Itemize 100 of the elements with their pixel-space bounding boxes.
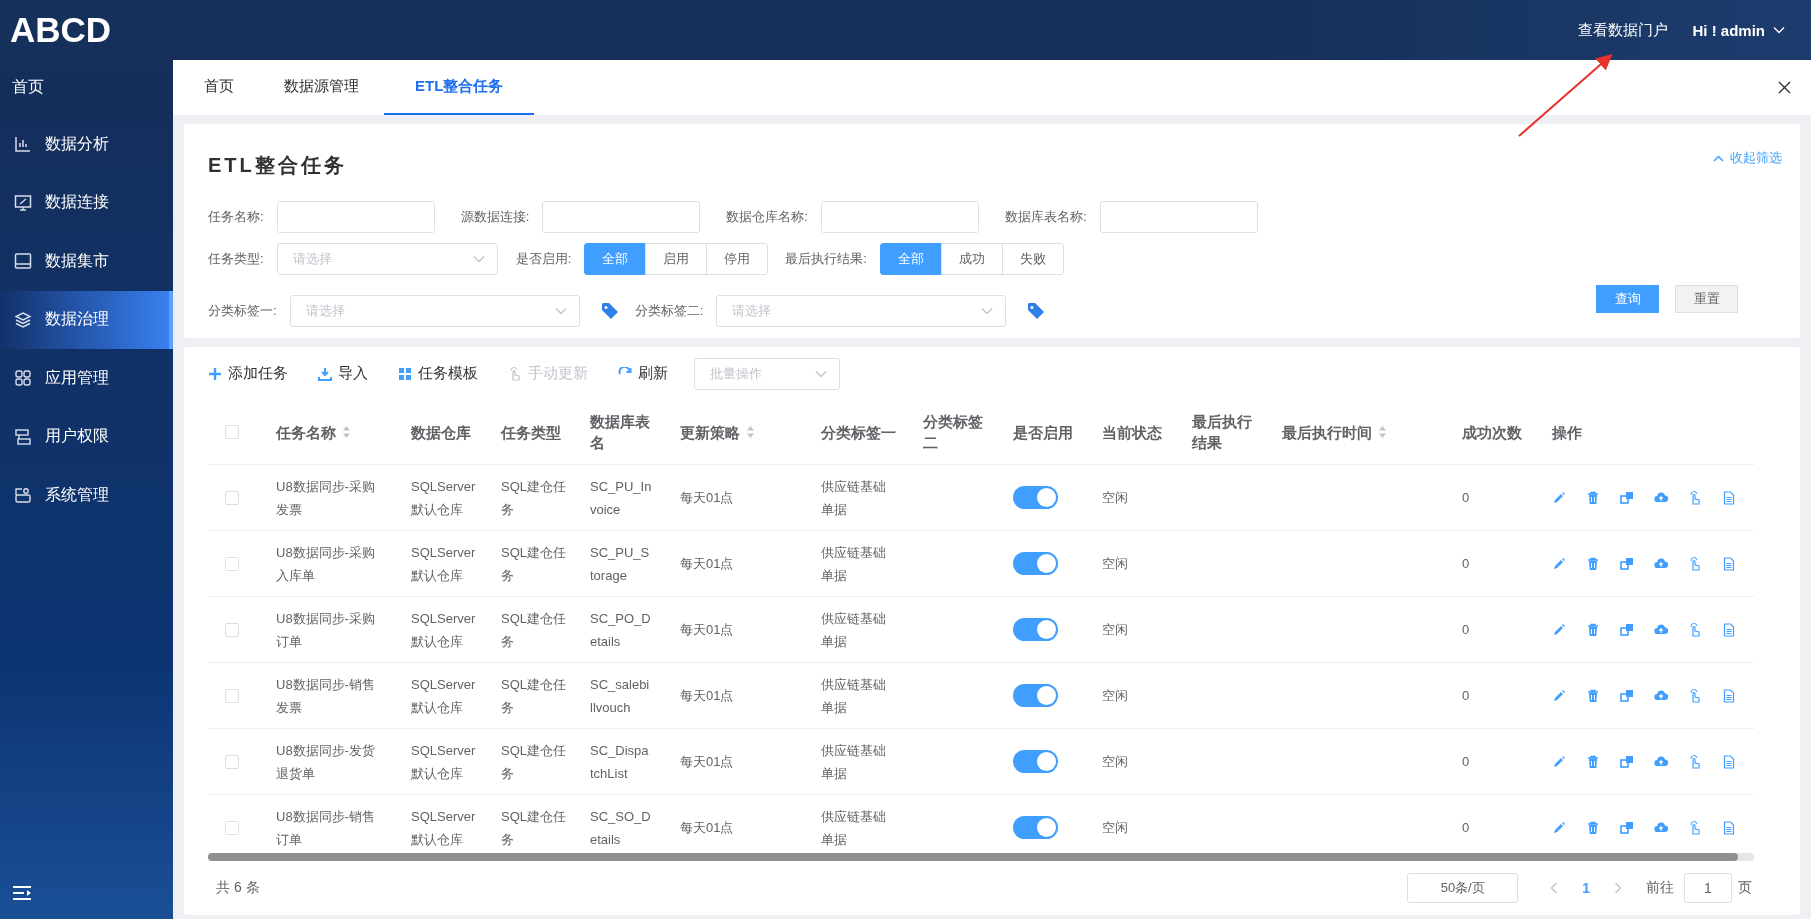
checkbox[interactable]	[225, 820, 239, 835]
sidebar-item[interactable]: 数据治理	[0, 290, 173, 349]
copy-icon[interactable]	[1620, 688, 1634, 703]
input-field[interactable]	[276, 201, 435, 233]
close-icon[interactable]	[1778, 81, 1791, 94]
document-icon[interactable]	[1722, 622, 1736, 637]
table-cell-text: 供应链基础单据	[821, 741, 887, 783]
hand-pointer-icon[interactable]	[1688, 622, 1702, 637]
table-cell-text: SQLServer默认仓库	[411, 675, 477, 717]
trash-icon[interactable]	[1586, 820, 1600, 835]
cloud-upload-icon[interactable]	[1654, 754, 1668, 769]
goto-label: 前往	[1646, 879, 1674, 897]
page-size-select[interactable]: 50条/页	[1407, 873, 1519, 903]
checkbox[interactable]	[225, 622, 239, 637]
field-label: 任务类型:	[208, 250, 264, 268]
toggle-switch[interactable]	[1013, 750, 1058, 773]
copy-icon[interactable]	[1620, 490, 1634, 505]
table-cell-text: 供应链基础单据	[821, 675, 887, 717]
pencil-icon[interactable]	[1552, 622, 1566, 637]
document-icon[interactable]	[1722, 820, 1736, 835]
pencil-icon[interactable]	[1552, 556, 1566, 571]
trash-icon[interactable]	[1586, 556, 1600, 571]
checkbox[interactable]	[225, 556, 239, 571]
hand-pointer-icon[interactable]	[1688, 490, 1702, 505]
toolbar-button[interactable]: 任务模板	[398, 364, 478, 383]
sidebar-item[interactable]: 数据集市	[0, 232, 173, 291]
org-chart-icon	[14, 427, 32, 446]
hand-pointer-icon[interactable]	[1688, 754, 1702, 769]
segment-button[interactable]: 启用	[645, 243, 708, 275]
hand-pointer-icon[interactable]	[1688, 556, 1702, 571]
horizontal-scrollbar[interactable]	[208, 853, 1754, 861]
tab[interactable]: 首页	[179, 60, 259, 115]
toolbar-button[interactable]: 添加任务	[208, 364, 288, 383]
toggle-switch[interactable]	[1013, 486, 1058, 509]
column-header: 当前状态	[1102, 422, 1162, 443]
table-cell-text: SQLServer默认仓库	[411, 609, 477, 651]
portal-link[interactable]: 查看数据门户	[1578, 20, 1669, 40]
table-cell-text: SQL建仓任务	[501, 807, 567, 849]
toggle-switch[interactable]	[1013, 618, 1058, 641]
toggle-switch[interactable]	[1013, 816, 1058, 839]
tag-icon[interactable]	[1026, 301, 1047, 321]
document-icon[interactable]	[1722, 754, 1736, 769]
checkbox[interactable]	[225, 425, 239, 439]
tab[interactable]: ETL整合任务	[384, 60, 535, 115]
sidebar-item[interactable]: 首页	[0, 60, 173, 115]
toggle-switch[interactable]	[1013, 552, 1058, 575]
sidebar-item[interactable]: 用户权限	[0, 407, 173, 466]
copy-icon[interactable]	[1620, 820, 1634, 835]
sidebar-item[interactable]: 应用管理	[0, 349, 173, 408]
chevron-right-icon[interactable]	[1614, 882, 1622, 894]
copy-icon[interactable]	[1620, 622, 1634, 637]
document-icon[interactable]	[1722, 688, 1736, 703]
document-icon[interactable]	[1722, 490, 1736, 505]
page-input[interactable]: 1	[1684, 873, 1732, 903]
pencil-icon[interactable]	[1552, 490, 1566, 505]
toolbar-button[interactable]: 导入	[318, 364, 368, 383]
input-field[interactable]	[820, 201, 979, 233]
trash-icon[interactable]	[1586, 622, 1600, 637]
toolbar-button[interactable]: 刷新	[618, 364, 668, 383]
trash-icon[interactable]	[1586, 688, 1600, 703]
pencil-icon[interactable]	[1552, 820, 1566, 835]
filter-button[interactable]: 重置	[1675, 285, 1738, 313]
toggle-switch[interactable]	[1013, 684, 1058, 707]
hand-pointer-icon	[508, 366, 522, 381]
cloud-upload-icon[interactable]	[1654, 622, 1668, 637]
tab[interactable]: 数据源管理	[259, 60, 384, 115]
input-field[interactable]	[542, 201, 701, 233]
copy-icon[interactable]	[1620, 754, 1634, 769]
checkbox[interactable]	[225, 688, 239, 703]
pencil-icon[interactable]	[1552, 688, 1566, 703]
trash-icon[interactable]	[1586, 754, 1600, 769]
hand-pointer-icon[interactable]	[1688, 688, 1702, 703]
sidebar-item[interactable]: 系统管理	[0, 466, 173, 525]
checkbox[interactable]	[225, 754, 239, 769]
trash-icon[interactable]	[1586, 490, 1600, 505]
cloud-upload-icon[interactable]	[1654, 820, 1668, 835]
segment-button[interactable]: 成功	[940, 243, 1003, 275]
pencil-icon[interactable]	[1552, 754, 1566, 769]
cloud-upload-icon[interactable]	[1654, 556, 1668, 571]
menu-collapse-icon[interactable]	[12, 885, 32, 901]
checkbox[interactable]	[225, 490, 239, 505]
field-label: 最后执行结果:	[785, 250, 867, 268]
tag-icon[interactable]	[599, 301, 620, 321]
document-icon[interactable]	[1722, 556, 1736, 571]
segment-button[interactable]: 失败	[1001, 243, 1064, 275]
segment-button[interactable]: 停用	[706, 243, 769, 275]
copy-icon[interactable]	[1620, 556, 1634, 571]
table-cell: 每天01点	[680, 556, 734, 571]
input-field[interactable]	[1099, 201, 1258, 233]
sidebar-item[interactable]: 数据连接	[0, 173, 173, 232]
sort-icon[interactable]	[746, 425, 755, 439]
sort-icon[interactable]	[342, 425, 351, 439]
hand-pointer-icon[interactable]	[1688, 820, 1702, 835]
sidebar-item[interactable]: 数据分析	[0, 115, 173, 174]
cloud-upload-icon[interactable]	[1654, 490, 1668, 505]
sort-icon[interactable]	[1378, 425, 1387, 439]
user-menu[interactable]: Hi ! admin	[1686, 20, 1791, 40]
cloud-upload-icon[interactable]	[1654, 688, 1668, 703]
chevron-left-icon[interactable]	[1550, 882, 1559, 894]
app-logo: ABCD	[10, 10, 112, 50]
